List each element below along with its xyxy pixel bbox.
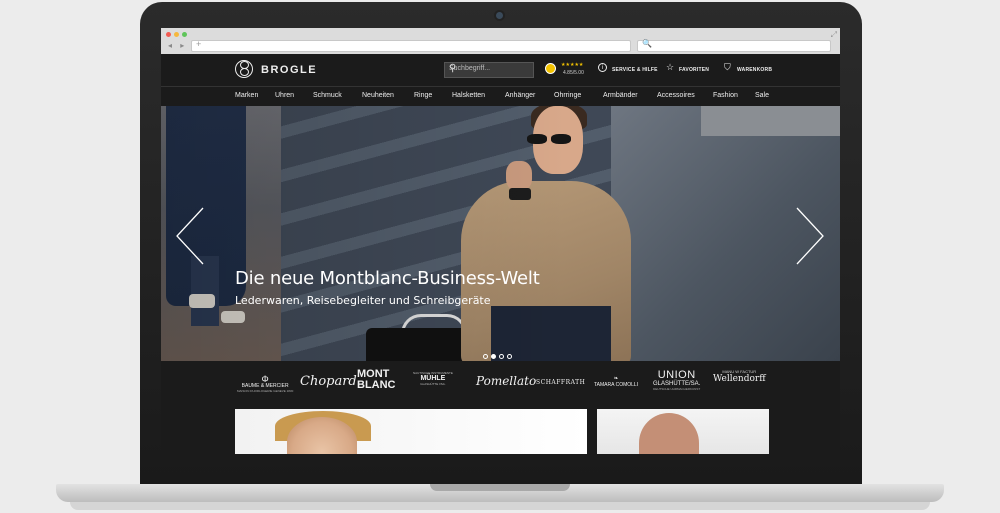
- brand-tagline: DEUTSCHE UHRMACHERKUNST: [653, 387, 701, 391]
- nav-item-marken[interactable]: Marken: [235, 92, 258, 99]
- nav-item-anhaenger[interactable]: Anhänger: [505, 92, 535, 99]
- nav-item-schmuck[interactable]: Schmuck: [313, 92, 342, 99]
- brand-name-line2: BLANC: [357, 379, 396, 391]
- cart-link[interactable]: WARENKORB: [737, 67, 772, 73]
- slider-next-arrow-icon[interactable]: [793, 206, 827, 266]
- slider-prev-arrow-icon[interactable]: [173, 206, 207, 266]
- search-icon[interactable]: ⚲: [449, 63, 530, 74]
- promo-card-right[interactable]: [597, 409, 769, 454]
- shopping-bag-icon[interactable]: ⛉: [724, 62, 731, 73]
- brand-logo-strip: Φ BAUME & MERCIER MAISON D'HORLOGERIE GE…: [161, 361, 840, 409]
- hero-subtitle[interactable]: Lederwaren, Reisebegleiter und Schreibge…: [235, 294, 491, 307]
- nav-item-armbaender[interactable]: Armbänder: [603, 92, 638, 99]
- brand-wellendorff[interactable]: MANU W FACTUR Wellendorff: [713, 369, 766, 384]
- laptop-screen: ◂ ▸ + 🔍 ⤢ BROGLE Suchbegriff... ⚲ ★★★★★ …: [161, 28, 840, 454]
- brand-logo-icon: Φ: [261, 374, 269, 384]
- brand-union-glashuette[interactable]: UNION GLASHÜTTE/SA. DEUTSCHE UHRMACHERKU…: [653, 369, 700, 391]
- nav-item-accessoires[interactable]: Accessoires: [657, 92, 695, 99]
- site-header: BROGLE Suchbegriff... ⚲ ★★★★★ 4.85/5.00 …: [161, 54, 840, 86]
- trusted-shops-badge-icon[interactable]: [545, 63, 556, 74]
- site-logo-text[interactable]: BROGLE: [261, 64, 317, 76]
- brand-tagline: MAISON D'HORLOGERIE GENEVE 1830: [237, 389, 294, 393]
- browser-chrome: ◂ ▸ + 🔍 ⤢: [161, 28, 840, 54]
- fullscreen-icon[interactable]: ⤢: [831, 30, 837, 40]
- slider-dot[interactable]: [499, 354, 504, 359]
- close-window-button[interactable]: [166, 32, 171, 37]
- main-navigation: Marken Uhren Schmuck Neuheiten Ringe Hal…: [161, 86, 840, 107]
- nav-item-neuheiten[interactable]: Neuheiten: [362, 92, 394, 99]
- slider-dot-active[interactable]: [491, 354, 496, 359]
- slider-dot[interactable]: [507, 354, 512, 359]
- laptop-notch: [430, 484, 570, 491]
- slider-pagination: [483, 346, 515, 361]
- search-icon: 🔍: [642, 39, 652, 48]
- promo-hand-image: [639, 413, 699, 454]
- brand-chopard[interactable]: Chopard: [300, 374, 357, 389]
- brand-muehle[interactable]: NAUTISCHE INSTRUMENTE MÜHLE GLASHÜTTE I/…: [413, 371, 453, 386]
- minimize-window-button[interactable]: [174, 32, 179, 37]
- brand-tagline: GLASHÜTTE I/SA.: [420, 382, 446, 386]
- info-icon[interactable]: i: [598, 63, 607, 72]
- back-forward-icons[interactable]: ◂ ▸: [168, 41, 187, 50]
- new-tab-icon: +: [196, 39, 202, 49]
- site-search-input[interactable]: Suchbegriff... ⚲: [444, 62, 534, 78]
- hero-overlay: [161, 106, 840, 361]
- brand-montblanc[interactable]: MONT BLANC: [357, 369, 396, 391]
- star-icon[interactable]: ☆: [666, 62, 674, 73]
- hero-title[interactable]: Die neue Montblanc-Business-Welt: [235, 268, 540, 289]
- address-bar[interactable]: +: [191, 39, 631, 52]
- nav-item-uhren[interactable]: Uhren: [275, 92, 294, 99]
- nav-item-ohrringe[interactable]: Ohrringe: [554, 92, 581, 99]
- slider-dot[interactable]: [483, 354, 488, 359]
- brand-schaffrath[interactable]: SCHAFFRATH: [536, 379, 585, 386]
- brand-pomellato[interactable]: Pomellato: [476, 374, 536, 388]
- brand-name: TAMARA COMOLLI: [594, 382, 639, 388]
- service-help-link[interactable]: SERVICE & HILFE: [612, 67, 658, 73]
- brand-name: MÜHLE: [420, 375, 446, 382]
- leaf-icon: ❧: [613, 376, 619, 382]
- brogle-logo-icon[interactable]: [235, 60, 253, 78]
- nav-item-ringe[interactable]: Ringe: [414, 92, 432, 99]
- brand-baume-mercier[interactable]: Φ BAUME & MERCIER MAISON D'HORLOGERIE GE…: [237, 374, 294, 394]
- hero-slider[interactable]: Die neue Montblanc-Business-Welt Lederwa…: [161, 106, 840, 361]
- nav-item-fashion[interactable]: Fashion: [713, 92, 738, 99]
- promo-card-left[interactable]: [235, 409, 587, 454]
- laptop-base-shadow: [70, 502, 930, 510]
- nav-item-sale[interactable]: Sale: [755, 92, 769, 99]
- brand-name: UNION: [657, 369, 696, 381]
- favorites-link[interactable]: FAVORITEN: [679, 67, 709, 73]
- nav-item-halsketten[interactable]: Halsketten: [452, 92, 485, 99]
- brand-tamara-comolli[interactable]: ❧ TAMARA COMOLLI: [594, 375, 638, 388]
- rating-score: 4.85/5.00: [563, 70, 584, 76]
- rating-stars: ★★★★★: [561, 62, 584, 68]
- browser-search-field[interactable]: 🔍: [637, 39, 831, 52]
- webcam-icon: [496, 12, 503, 19]
- brand-name: Wellendorff: [713, 374, 766, 384]
- maximize-window-button[interactable]: [182, 32, 187, 37]
